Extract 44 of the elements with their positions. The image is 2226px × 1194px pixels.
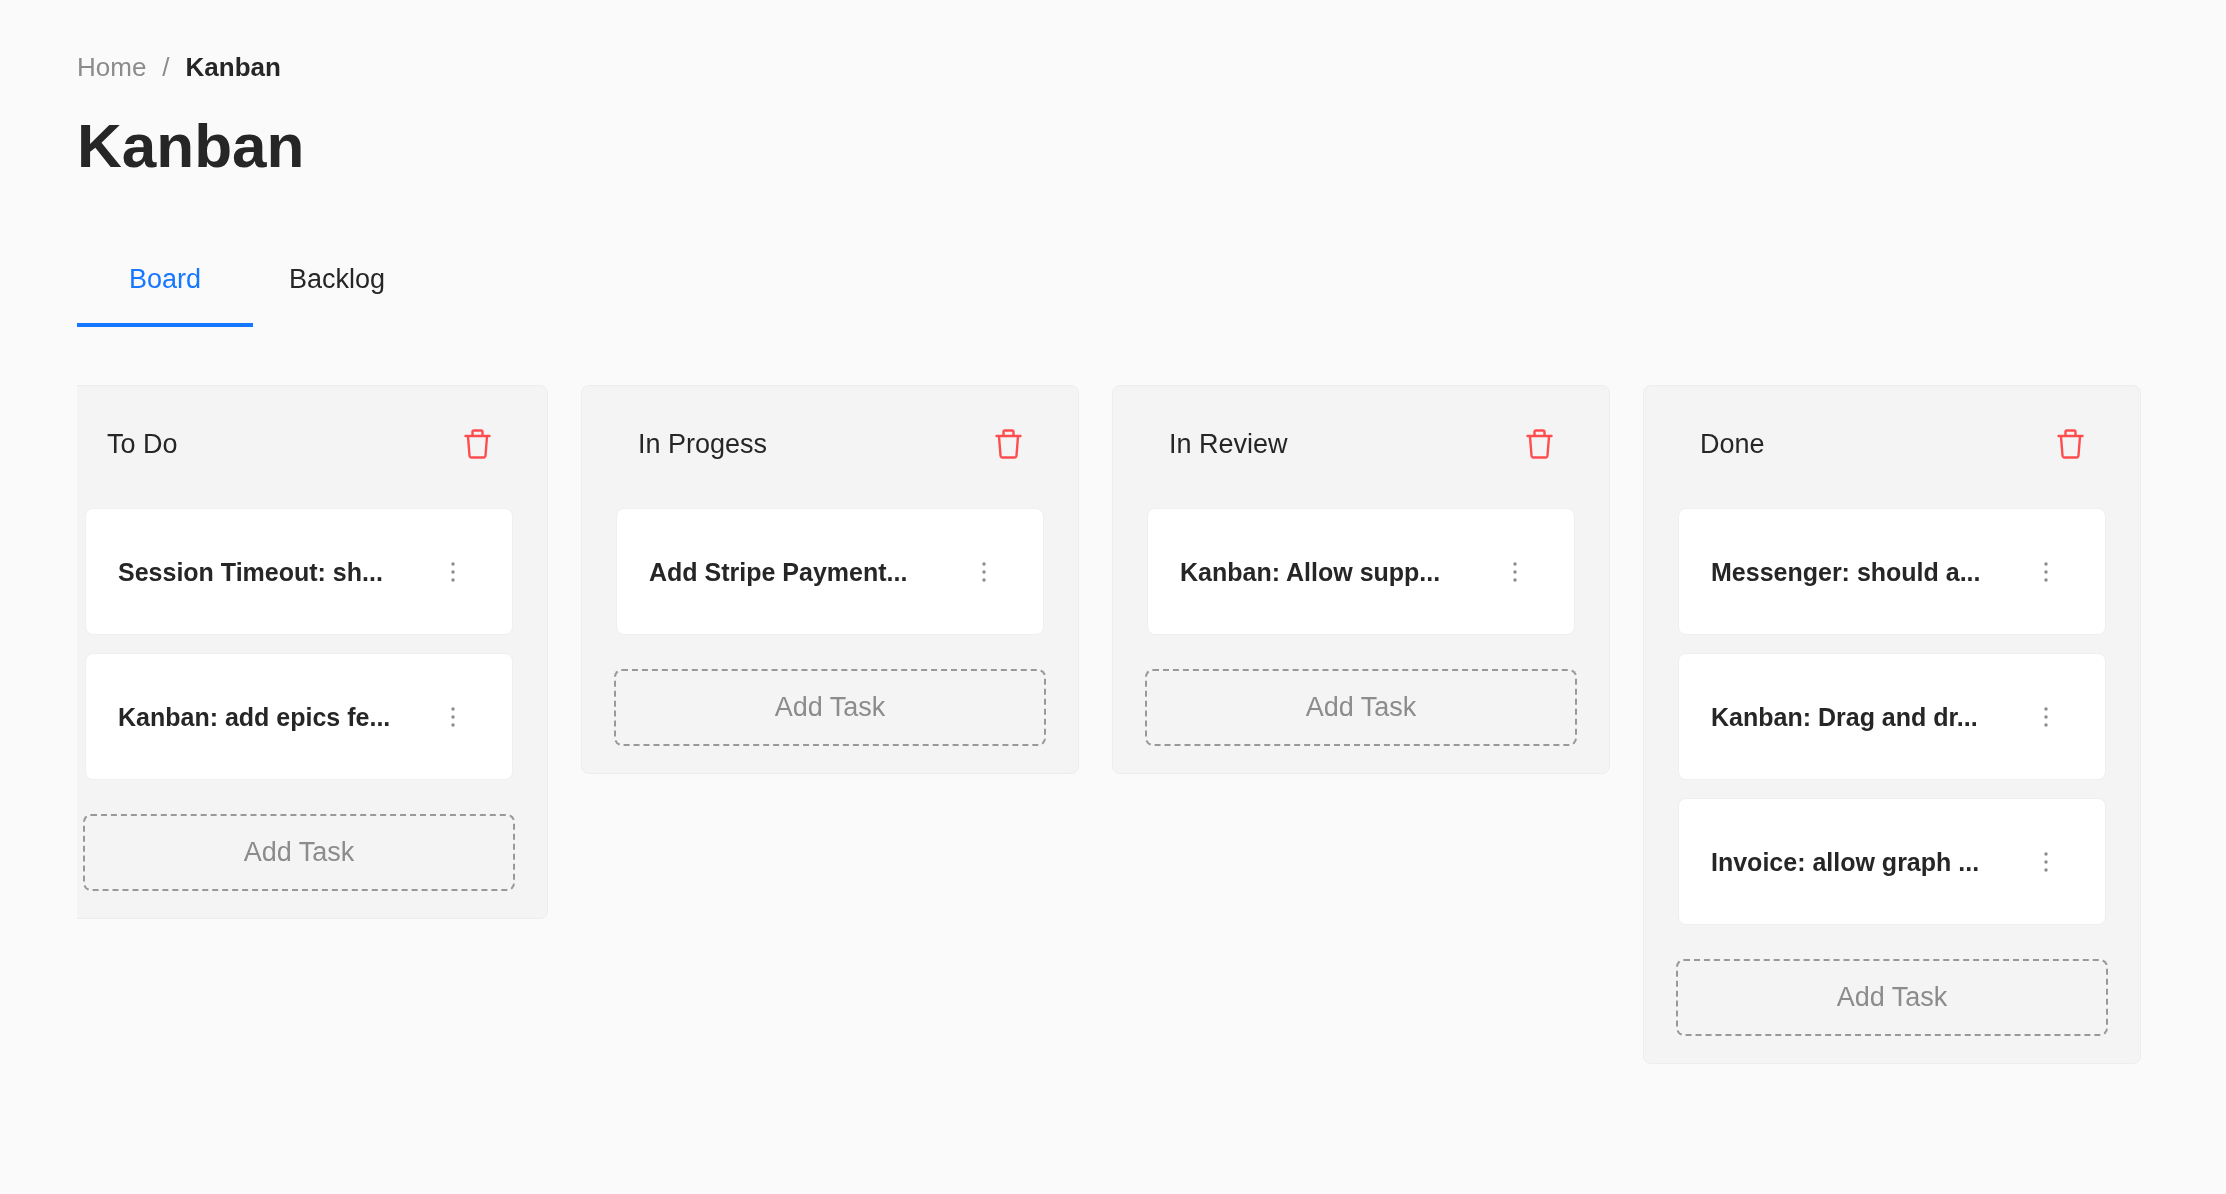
task-title: Invoice: allow graph ... [1711,846,1981,878]
task-title: Session Timeout: sh... [118,556,384,588]
breadcrumb-current: Kanban [185,51,281,84]
column-title: In Review [1169,428,1288,461]
task-card[interactable]: Messenger: should a... [1678,508,2106,635]
more-options-button[interactable] [982,561,986,582]
delete-column-button[interactable] [464,429,491,459]
task-title: Add Stripe Payment... [649,556,909,588]
vertical-dots-icon [2044,851,2048,872]
page-title: Kanban [77,110,305,182]
column-title: In Progess [638,428,768,461]
task-card[interactable]: Add Stripe Payment... [616,508,1044,635]
trash-icon [2057,429,2084,459]
trash-icon [995,429,1022,459]
more-options-button[interactable] [2044,561,2048,582]
task-title: Kanban: Drag and dr... [1711,701,1979,733]
more-options-button[interactable] [2044,706,2048,727]
task-card[interactable]: Session Timeout: sh... [85,508,513,635]
breadcrumb-separator: / [162,51,170,84]
vertical-dots-icon [451,706,455,727]
vertical-dots-icon [2044,706,2048,727]
trash-icon [1526,429,1553,459]
task-card[interactable]: Kanban: Drag and dr... [1678,653,2106,780]
vertical-dots-icon [1513,561,1517,582]
delete-column-button[interactable] [995,429,1022,459]
more-options-button[interactable] [451,561,455,582]
column-title: To Do [107,428,178,461]
more-options-button[interactable] [451,706,455,727]
task-title: Messenger: should a... [1711,556,1982,588]
task-title: Kanban: Allow supp... [1180,556,1442,588]
column-title: Done [1700,428,1765,461]
more-options-button[interactable] [1513,561,1517,582]
task-card[interactable]: Kanban: Allow supp... [1147,508,1575,635]
delete-column-button[interactable] [2057,429,2084,459]
task-title: Kanban: add epics fe... [118,701,392,733]
delete-column-button[interactable] [1526,429,1553,459]
trash-icon [464,429,491,459]
more-options-button[interactable] [2044,851,2048,872]
task-card[interactable]: Invoice: allow graph ... [1678,798,2106,925]
task-card[interactable]: Kanban: add epics fe... [85,653,513,780]
vertical-dots-icon [451,561,455,582]
tab[interactable]: Board [77,232,254,327]
vertical-dots-icon [982,561,986,582]
vertical-dots-icon [2044,561,2048,582]
